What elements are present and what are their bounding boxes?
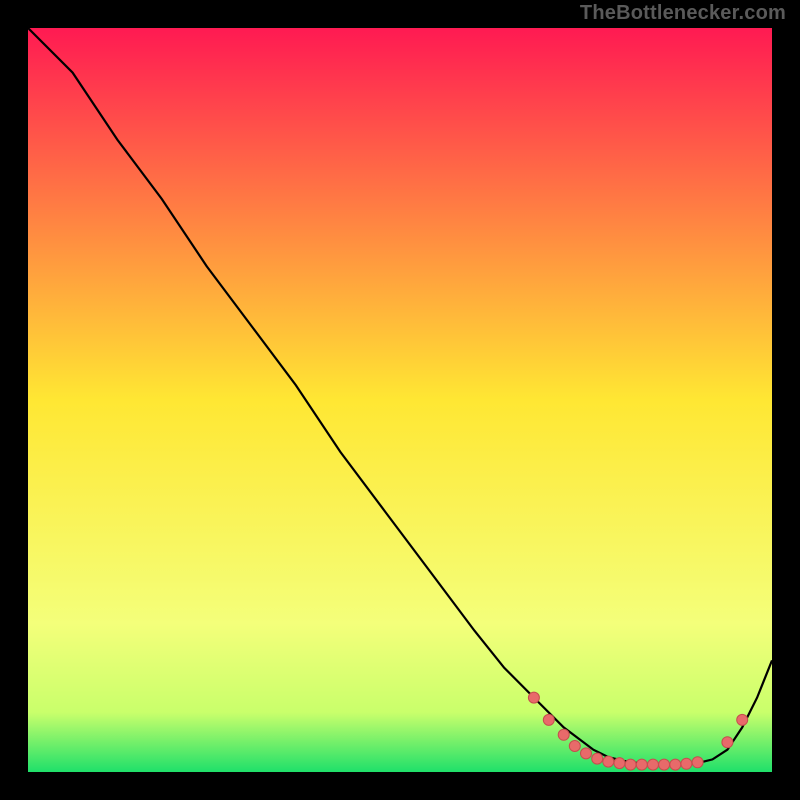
- plot-area: [28, 28, 772, 772]
- data-marker: [543, 714, 554, 725]
- data-marker: [603, 756, 614, 767]
- watermark-label: TheBottlenecker.com: [580, 2, 786, 25]
- data-marker: [581, 748, 592, 759]
- data-marker: [528, 692, 539, 703]
- data-marker: [592, 753, 603, 764]
- data-marker: [681, 758, 692, 769]
- gradient-background: [28, 28, 772, 772]
- data-marker: [648, 759, 659, 770]
- data-marker: [614, 758, 625, 769]
- data-marker: [636, 759, 647, 770]
- data-marker: [670, 759, 681, 770]
- chart-frame: TheBottlenecker.com: [0, 0, 800, 800]
- data-marker: [569, 741, 580, 752]
- data-marker: [692, 757, 703, 768]
- data-marker: [737, 714, 748, 725]
- data-marker: [558, 729, 569, 740]
- plot-svg: [28, 28, 772, 772]
- data-marker: [722, 737, 733, 748]
- data-marker: [625, 759, 636, 770]
- data-marker: [659, 759, 670, 770]
